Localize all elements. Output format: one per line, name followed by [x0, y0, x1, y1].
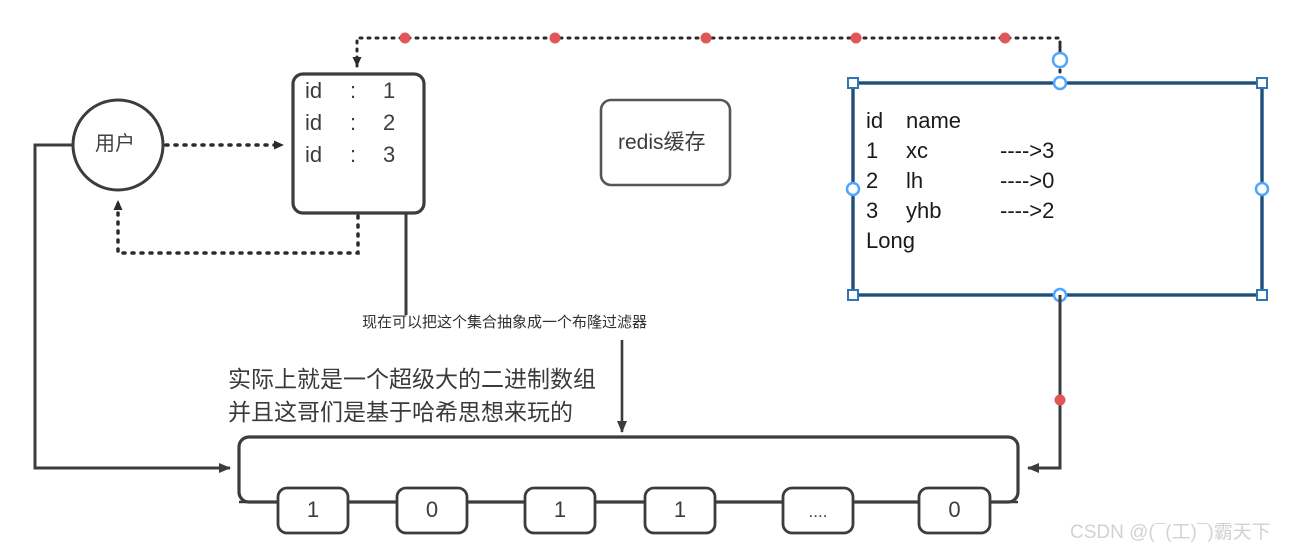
id-row-key: id [305, 78, 323, 103]
table-row-arrow: ---->0 [1000, 168, 1055, 193]
id-row-value: 1 [383, 78, 396, 103]
bit-cell-label: 0 [425, 497, 439, 522]
user-node-label: 用户 [95, 133, 135, 155]
id-row-value: 2 [383, 110, 396, 135]
table-row-name: lh [906, 168, 924, 193]
id-row-separator: : [350, 110, 357, 135]
id-row-key: id [305, 110, 323, 135]
bloom-filter-note: 现在可以把这个集合抽象成一个布隆过滤器 [362, 314, 648, 331]
edge-table-to-idbox [352, 32, 1069, 85]
bit-cell-label: 1 [673, 497, 687, 522]
table-row-name: yhb [906, 198, 942, 223]
bit-cell-label: 1 [553, 497, 567, 522]
table-header-name: name [906, 108, 962, 133]
waypoint-dot [1054, 394, 1066, 406]
bit-cell-label: 1 [306, 497, 320, 522]
table-row-id: 1 [866, 138, 879, 163]
bit-cell-label: 0 [948, 497, 961, 522]
waypoint-dot [549, 32, 561, 44]
table-header-id: id [866, 108, 884, 133]
table-row-id: 2 [866, 168, 879, 193]
table-footer-label: Long [866, 228, 915, 253]
edge-table-to-bitarray [1027, 295, 1066, 473]
bit-array-container[interactable] [237, 435, 1020, 504]
diagram-canvas: 用户 id : 1 id : 2 id : 3 redis缓存 id name … [0, 0, 1302, 549]
id-row-value: 3 [383, 142, 396, 167]
waypoint-dot [399, 32, 411, 44]
diagram-drawing-layer [33, 32, 1270, 535]
waypoint-dot [700, 32, 712, 44]
bit-array-note-line-1: 实际上就是一个超级大的二进制数组 [228, 366, 596, 392]
id-row-separator: : [350, 142, 357, 167]
table-row-id: 3 [866, 198, 879, 223]
waypoint-dot [999, 32, 1011, 44]
bit-cell-label: .... [808, 502, 828, 521]
id-row-separator: : [350, 78, 357, 103]
table-row-name: xc [906, 138, 928, 163]
waypoint-dot [850, 32, 862, 44]
table-row-arrow: ---->2 [1000, 198, 1055, 223]
csdn-watermark: CSDN @(¯(工)¯)霸天下 [1070, 522, 1271, 543]
table-row-arrow: ---->3 [1000, 138, 1055, 163]
id-row-key: id [305, 142, 323, 167]
edge-user-to-bitarray [33, 143, 231, 473]
redis-cache-label: redis缓存 [618, 131, 706, 154]
bit-array-note-line-2: 并且这哥们是基于哈希思想来玩的 [228, 399, 573, 425]
connection-handle[interactable] [1051, 51, 1069, 69]
